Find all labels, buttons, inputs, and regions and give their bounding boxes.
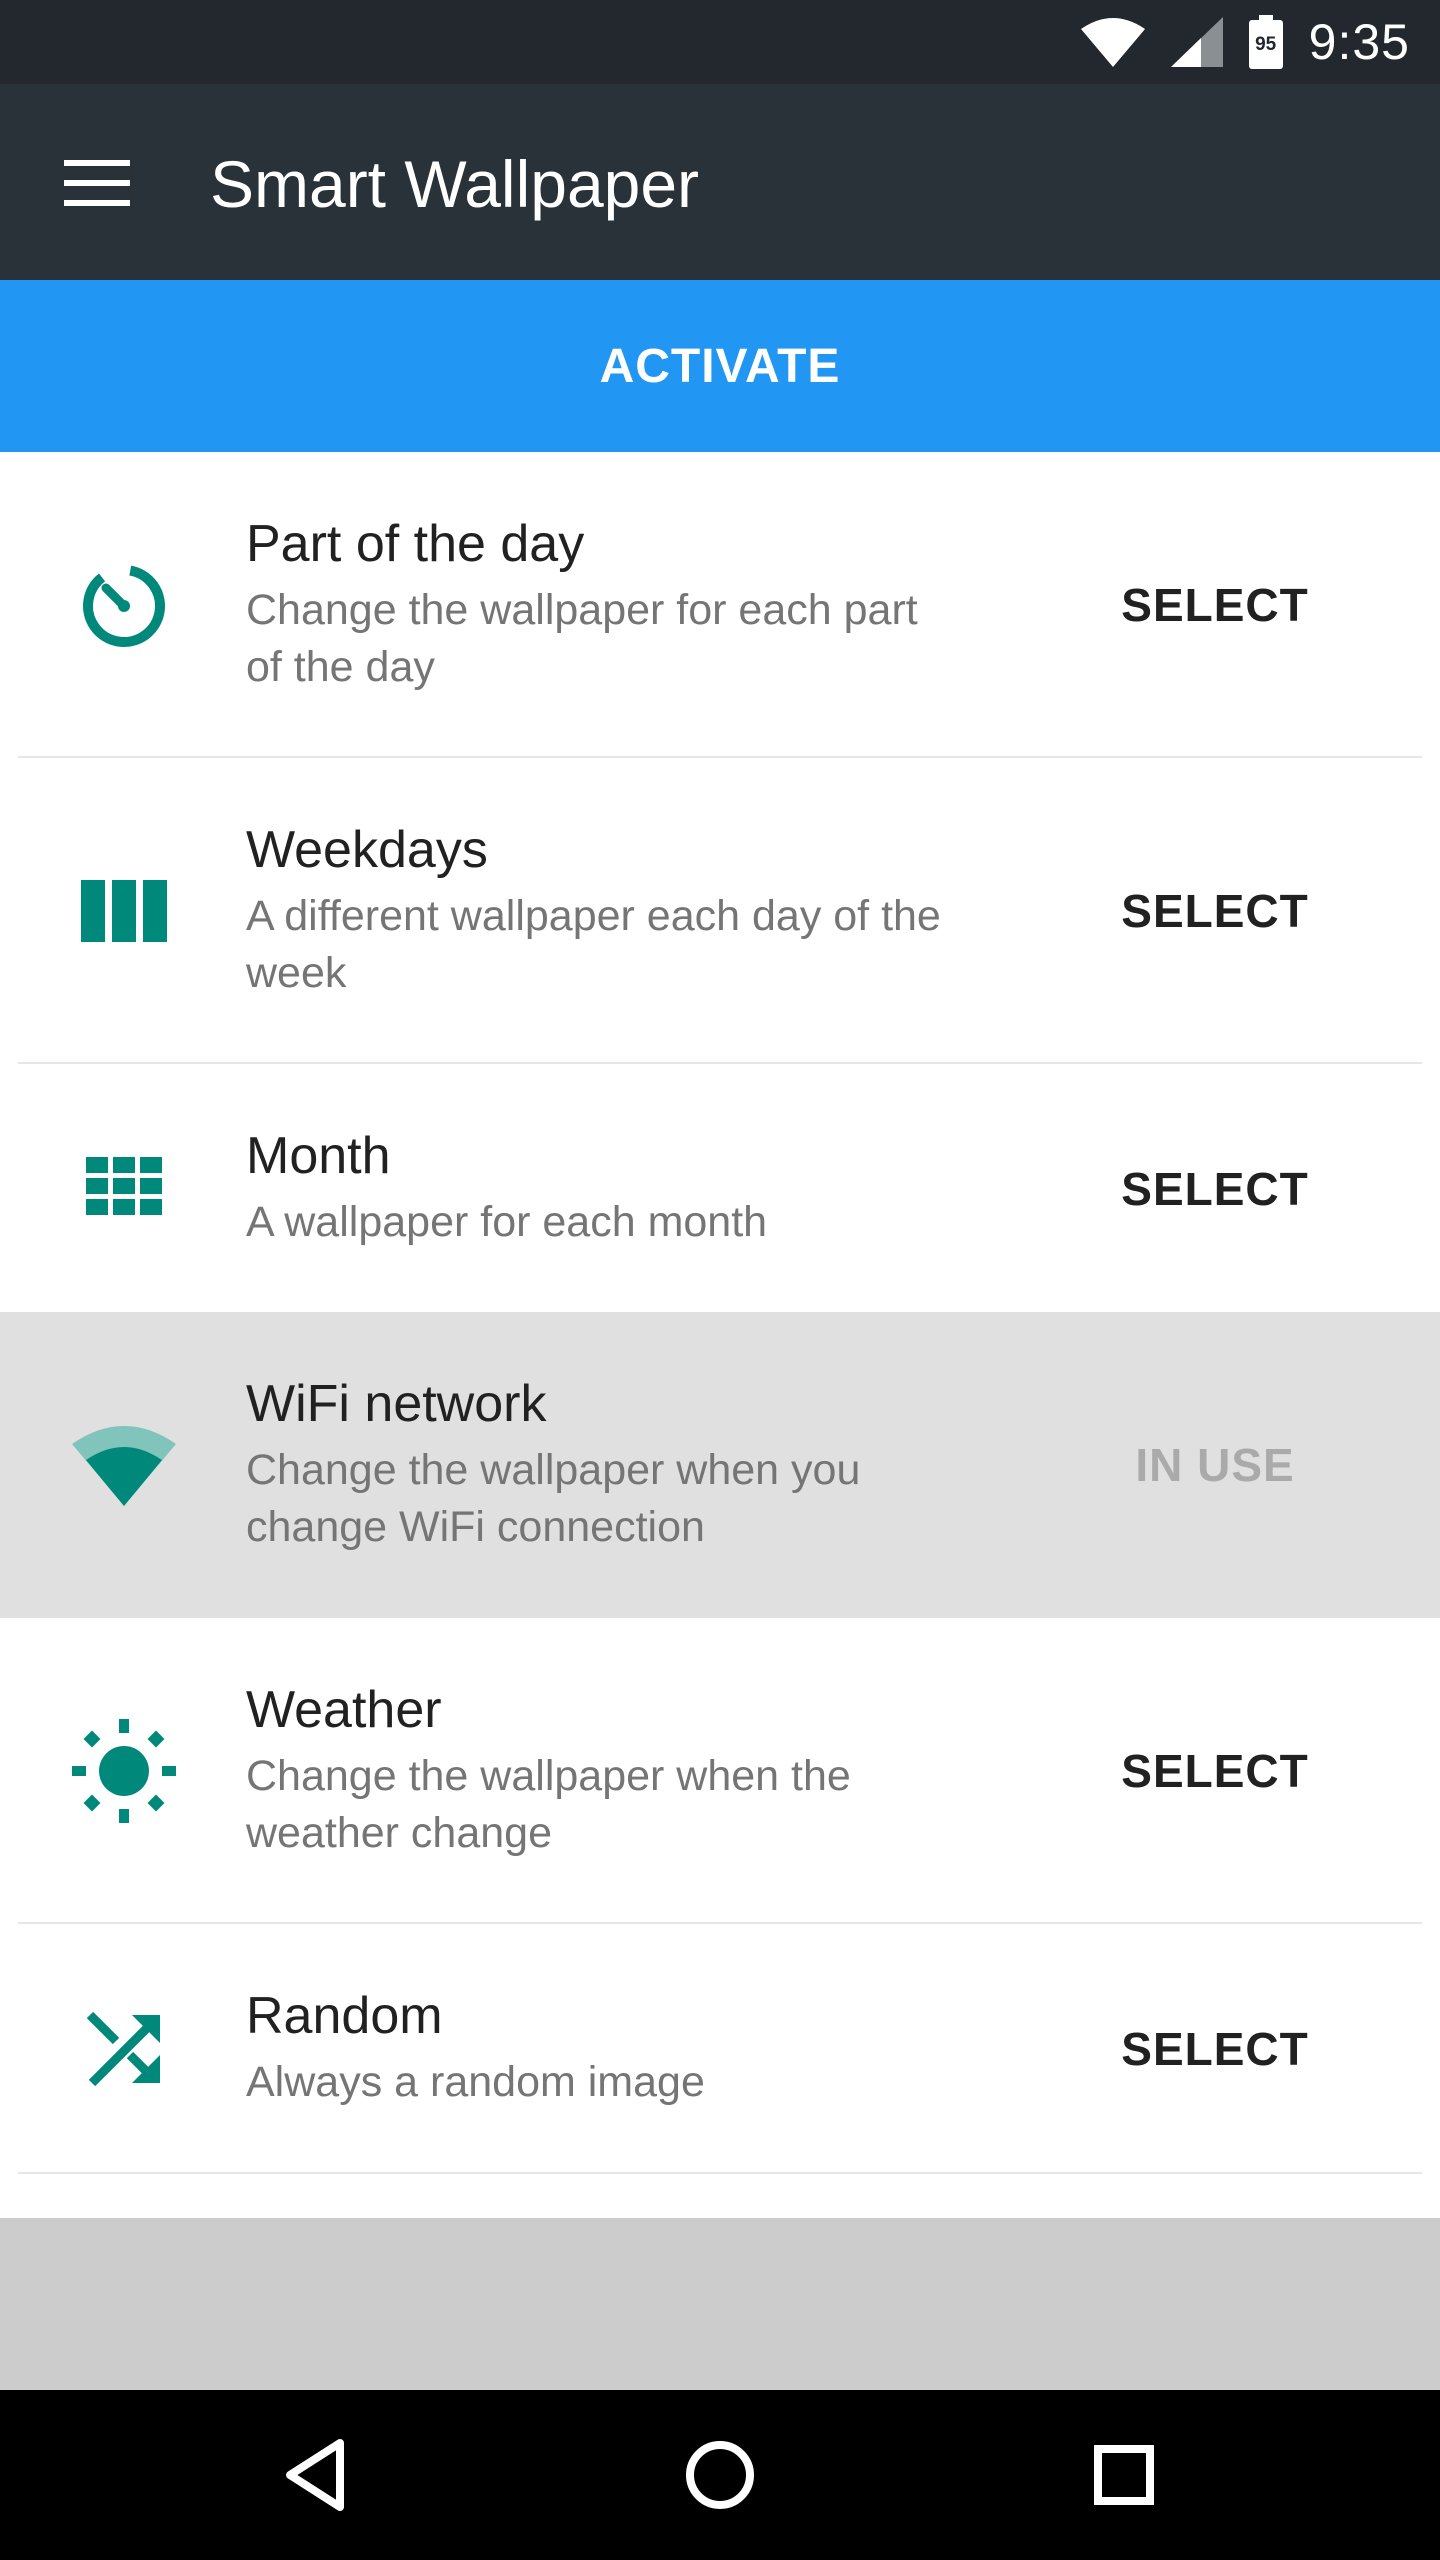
item-text: Weather Change the wallpaper when the we… [246, 1678, 1066, 1862]
item-text: Random Always a random image [246, 1984, 1066, 2111]
description-line: week [246, 949, 347, 997]
hamburger-menu-icon[interactable] [64, 160, 130, 206]
recents-square-icon[interactable] [1074, 2425, 1174, 2525]
item-description: Always a random image [246, 2054, 1066, 2111]
description-line: Always a random image [246, 2058, 705, 2106]
home-circle-icon[interactable] [670, 2425, 770, 2525]
description-line: of the day [246, 643, 435, 691]
timer-icon [62, 544, 186, 668]
grid-icon [62, 1124, 186, 1248]
in-use-status: IN USE [1135, 1439, 1295, 1491]
list-item-random[interactable]: Random Always a random image SELECT [0, 1924, 1440, 2174]
item-label: Weather [246, 1681, 442, 1739]
description-line: A different wallpaper each day of the [246, 892, 941, 940]
list-item-weekdays[interactable]: Weekdays A different wallpaper each day … [0, 758, 1440, 1064]
item-text: Weekdays A different wallpaper each day … [246, 818, 1066, 1002]
select-button[interactable]: SELECT [1100, 578, 1330, 632]
list-item-wifi-network[interactable]: WiFi network Change the wallpaper when y… [0, 1312, 1440, 1618]
activate-button[interactable]: ACTIVATE [0, 280, 1440, 452]
app-bar: Smart Wallpaper [0, 84, 1440, 280]
shuffle-icon [62, 1987, 186, 2111]
wifi-icon [62, 1403, 186, 1527]
item-description: Change the wallpaper when you change WiF… [246, 1442, 1066, 1556]
back-triangle-icon[interactable] [266, 2425, 366, 2525]
item-description: A different wallpaper each day of the we… [246, 888, 1066, 1002]
item-label: Month [246, 1127, 391, 1185]
columns-icon [62, 849, 186, 973]
app-title: Smart Wallpaper [210, 147, 700, 221]
item-description: Change the wallpaper for each part of th… [246, 582, 1066, 696]
sun-icon [62, 1709, 186, 1833]
item-label: Part of the day [246, 515, 585, 573]
description-line: Change the wallpaper when the [246, 1752, 851, 1800]
list-item-weather[interactable]: Weather Change the wallpaper when the we… [0, 1618, 1440, 1924]
item-label: Random [246, 1987, 443, 2045]
clock: 9:35 [1308, 14, 1410, 70]
description-line: change WiFi connection [246, 1503, 705, 1551]
item-text: Month A wallpaper for each month [246, 1124, 1066, 1251]
select-button[interactable]: SELECT [1100, 884, 1330, 938]
wifi-icon [1080, 18, 1145, 67]
list-item-month[interactable]: Month A wallpaper for each month SELECT [0, 1064, 1440, 1312]
navigation-bar [0, 2390, 1440, 2560]
select-button[interactable]: SELECT [1100, 1744, 1330, 1798]
signal-icon [1170, 17, 1223, 67]
item-text: WiFi network Change the wallpaper when y… [246, 1372, 1066, 1556]
description-line: Change the wallpaper for each part [246, 586, 918, 634]
item-description: Change the wallpaper when the weather ch… [246, 1748, 1066, 1862]
status-icons: 95 9:35 [1080, 0, 1410, 84]
select-button[interactable]: SELECT [1100, 2022, 1330, 2076]
item-label: WiFi network [246, 1375, 547, 1433]
description-line: weather change [246, 1809, 552, 1857]
select-button[interactable]: SELECT [1100, 1162, 1330, 1216]
description-line: A wallpaper for each month [246, 1198, 768, 1246]
item-text: Part of the day Change the wallpaper for… [246, 512, 1066, 696]
divider [18, 2172, 1422, 2174]
bottom-panel [0, 2218, 1440, 2390]
status-bar: 95 9:35 [0, 0, 1440, 84]
item-label: Weekdays [246, 821, 488, 879]
battery-icon: 95 [1248, 15, 1283, 69]
item-description: A wallpaper for each month [246, 1194, 1066, 1251]
battery-level: 95 [1255, 33, 1277, 55]
description-line: Change the wallpaper when you [246, 1446, 861, 1494]
list-item-part-of-the-day[interactable]: Part of the day Change the wallpaper for… [0, 452, 1440, 758]
